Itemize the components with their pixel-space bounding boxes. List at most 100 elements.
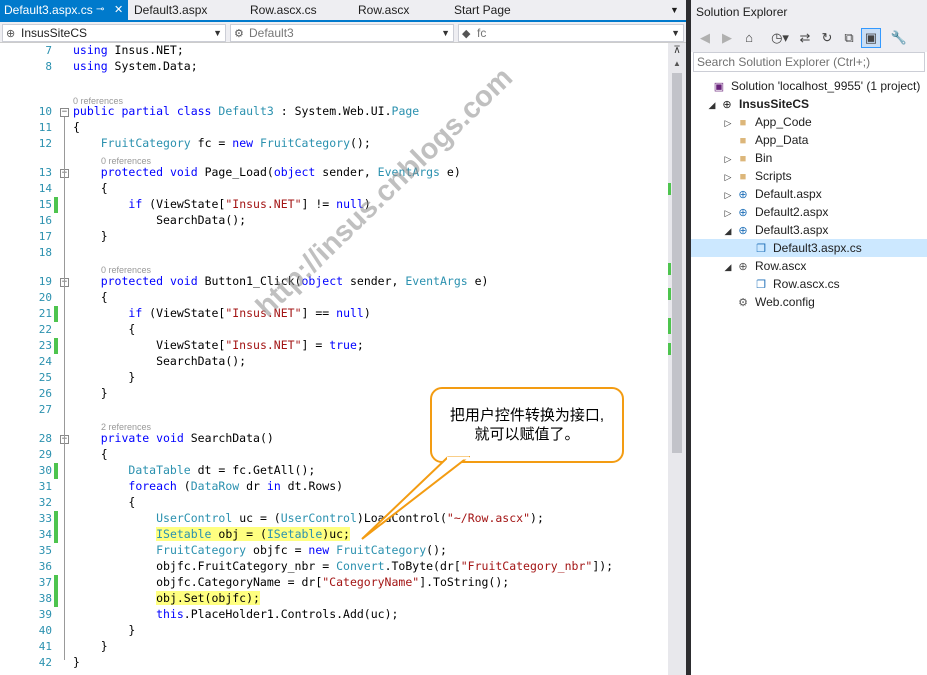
code-line[interactable]: public partial class Default3 : System.W… [73, 103, 419, 119]
code-line[interactable]: { [73, 494, 135, 510]
project-dropdown[interactable]: ⊕ InsusSiteCS ▼ [2, 24, 226, 42]
code-line[interactable]: if (ViewState["Insus.NET"] != null) [73, 196, 370, 212]
code-line[interactable]: UserControl uc = (UserControl)LoadContro… [73, 510, 544, 526]
code-line[interactable]: { [73, 180, 108, 196]
tree-item[interactable]: ▷ ■ Bin [721, 149, 773, 168]
code-line[interactable]: FruitCategory fc = new FruitCategory(); [73, 135, 371, 151]
codelens-references[interactable]: 0 references [101, 156, 151, 166]
code-line[interactable]: { [73, 119, 80, 135]
scrollbar-thumb[interactable] [672, 73, 682, 453]
code-token: Page [391, 104, 420, 118]
code-line[interactable]: } [73, 369, 135, 385]
tab-default3-aspx[interactable]: Default3.aspx [130, 0, 240, 20]
line-number: 10 [38, 105, 52, 118]
code-line[interactable]: } [73, 622, 135, 638]
line-number: 32 [38, 496, 52, 509]
tree-item[interactable]: ❐ Default3.aspx.cs [691, 239, 927, 257]
solution-icon: ▣ [713, 81, 725, 93]
solution-search-input[interactable]: Search Solution Explorer (Ctrl+;) [693, 52, 925, 72]
line-number: 38 [38, 592, 52, 605]
code-line[interactable]: objfc.CategoryName = dr["CategoryName"].… [73, 574, 509, 590]
tree-item-label: App_Code [755, 115, 812, 129]
codelens-references[interactable]: 0 references [73, 96, 123, 106]
tab-row-ascx-cs[interactable]: Row.ascx.cs [246, 0, 350, 20]
codelens-references[interactable]: 0 references [101, 265, 151, 275]
code-line[interactable]: ViewState["Insus.NET"] = true; [73, 337, 364, 353]
code-line[interactable]: private void SearchData() [73, 430, 274, 446]
collapsed-arrow-icon[interactable]: ▷ [721, 204, 735, 222]
code-line[interactable]: objfc.FruitCategory_nbr = Convert.ToByte… [73, 558, 613, 574]
pin-icon[interactable]: ⊸ [96, 0, 104, 20]
code-line[interactable]: SearchData(); [73, 212, 246, 228]
solution-explorer-title: Solution Explorer [691, 0, 927, 24]
show-all-files-icon[interactable]: ▣ [861, 28, 881, 48]
refresh-icon[interactable]: ↻ [817, 28, 837, 48]
expanded-arrow-icon[interactable]: ◢ [721, 258, 735, 276]
line-number: 42 [38, 656, 52, 669]
tree-item[interactable]: ▷ ⊕ Default.aspx [721, 185, 822, 203]
home-icon[interactable]: ⌂ [739, 28, 759, 48]
code-editor[interactable]: Default3.aspx.cs ⊸ ✕ Default3.aspx Row.a… [0, 0, 686, 675]
properties-wrench-icon[interactable]: 🔧 [889, 28, 909, 48]
class-dropdown[interactable]: ⚙ Default3 ▼ [230, 24, 454, 42]
code-line[interactable]: } [73, 385, 108, 401]
code-line[interactable]: { [73, 446, 108, 462]
tree-item[interactable]: ❐ Row.ascx.cs [739, 275, 840, 293]
history-icon[interactable]: ◷▾ [767, 28, 793, 48]
tree-item[interactable]: ▷ ⊕ Default2.aspx [721, 203, 829, 222]
code-line[interactable]: using System.Data; [73, 58, 198, 74]
code-token: ]); [592, 559, 614, 573]
tree-item[interactable]: ▣ Solution 'localhost_9955' (1 project) [697, 77, 921, 95]
code-line[interactable]: DataTable dt = fc.GetAll(); [73, 462, 315, 478]
code-token: Default3 [218, 104, 274, 118]
code-line[interactable]: } [73, 228, 108, 244]
line-number: 12 [38, 137, 52, 150]
tree-item[interactable]: ◢ ⊕ InsusSiteCS [705, 95, 810, 114]
expanded-arrow-icon[interactable]: ◢ [705, 96, 719, 114]
scroll-up-icon[interactable]: ▲ [672, 59, 682, 68]
tree-item[interactable]: ■ App_Data [721, 131, 809, 149]
code-line[interactable]: } [73, 654, 80, 670]
code-line[interactable]: { [73, 289, 108, 305]
code-token: ( [176, 479, 191, 493]
collapsed-arrow-icon[interactable]: ▷ [721, 114, 735, 132]
collapse-icon[interactable]: − [60, 108, 69, 117]
code-line[interactable]: if (ViewState["Insus.NET"] == null) [73, 305, 370, 321]
tree-item[interactable]: ▷ ■ App_Code [721, 113, 812, 131]
collapsed-arrow-icon[interactable]: ▷ [721, 168, 735, 186]
code-line[interactable]: { [73, 321, 135, 337]
sync-icon[interactable]: ⇄ [795, 28, 815, 48]
cs-file-icon: ❐ [756, 279, 766, 291]
back-icon[interactable]: ◀ [695, 28, 715, 48]
code-token: } [73, 623, 136, 637]
tree-item[interactable]: ▷ ■ Scripts [721, 167, 792, 185]
vertical-scrollbar[interactable]: ⊼ ▲ [668, 43, 686, 675]
tree-item[interactable]: ⚙ Web.config [721, 293, 815, 311]
forward-icon[interactable]: ▶ [717, 28, 737, 48]
tab-default3-aspx-cs[interactable]: Default3.aspx.cs ⊸ ✕ [0, 0, 128, 20]
tree-item[interactable]: ◢ ⊕ Row.ascx [721, 257, 807, 276]
expanded-arrow-icon[interactable]: ◢ [721, 222, 735, 240]
tab-overflow-dropdown[interactable]: ▼ [664, 0, 684, 20]
close-icon[interactable]: ✕ [114, 0, 123, 20]
code-line[interactable]: SearchData(); [73, 353, 246, 369]
code-line[interactable]: } [73, 638, 108, 654]
collapsed-arrow-icon[interactable]: ▷ [721, 186, 735, 204]
code-line[interactable]: using Insus.NET; [73, 42, 184, 58]
code-line[interactable]: obj.Set(objfc); [73, 590, 260, 606]
web-page-icon: ⊕ [738, 207, 748, 219]
tree-item[interactable]: ◢ ⊕ Default3.aspx [721, 221, 829, 240]
line-number: 41 [38, 640, 52, 653]
code-text-area[interactable]: using Insus.NET; using System.Data; public… [73, 43, 668, 675]
collapse-all-icon[interactable]: ⧉ [839, 28, 859, 48]
code-token: ] == [301, 306, 337, 320]
tab-label: Start Page [454, 3, 511, 17]
codelens-references[interactable]: 2 references [101, 422, 151, 432]
collapsed-arrow-icon[interactable]: ▷ [721, 150, 735, 168]
splitter-icon[interactable]: ⊼ [672, 45, 682, 57]
tab-start-page[interactable]: Start Page [450, 0, 540, 20]
code-line[interactable]: foreach (DataRow dr in dt.Rows) [73, 478, 343, 494]
tab-row-ascx[interactable]: Row.ascx [354, 0, 442, 20]
code-line[interactable]: this.PlaceHolder1.Controls.Add(uc); [73, 606, 398, 622]
code-line[interactable]: ISetable obj = (ISetable)uc; [73, 526, 350, 542]
